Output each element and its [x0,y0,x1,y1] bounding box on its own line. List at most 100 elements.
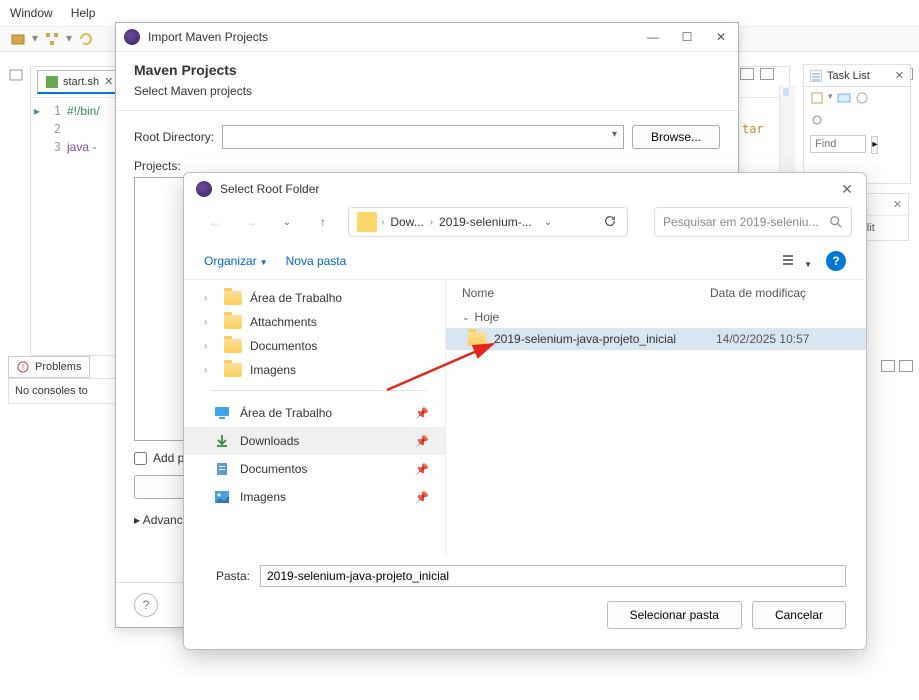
close-view-icon[interactable]: ✕ [895,69,904,82]
bottom-view-max[interactable] [899,360,913,372]
menu-window[interactable]: Window [10,6,53,20]
root-directory-label: Root Directory: [134,130,214,144]
maven-heading: Maven Projects [134,62,720,78]
close-button[interactable]: ✕ [714,30,728,44]
tasklist-icon [810,70,822,82]
pin-icon[interactable]: 📌 [415,463,429,476]
hierarchy-icon[interactable] [44,31,60,47]
minimize-button[interactable]: — [646,30,660,44]
folder-icon [224,363,242,377]
tree-item-images[interactable]: ›Imagens [184,358,445,382]
breadcrumb-segment[interactable]: Dow... [384,215,429,229]
pin-icon[interactable]: 📌 [415,407,429,420]
close-button[interactable]: ✕ [840,182,854,196]
folder-icon [357,212,377,232]
pin-icon[interactable]: 📌 [415,491,429,504]
line-number: 2 [43,120,67,138]
bottom-view-min[interactable] [881,360,895,372]
line-number: 1 [43,102,67,120]
editor-tab-label: start.sh [63,76,99,88]
select-folder-button[interactable]: Selecionar pasta [607,601,742,629]
help-icon[interactable]: ? [826,251,846,271]
document-icon [214,461,230,477]
download-icon [214,433,230,449]
refresh-icon[interactable] [78,31,94,47]
fav-downloads[interactable]: Downloads 📌 [184,427,445,455]
package-icon[interactable] [10,31,26,47]
minimize-view-icon[interactable] [8,68,26,82]
folder-icon [224,339,242,353]
close-outline-icon[interactable]: ✕ [893,198,902,211]
tasklist-find-input[interactable] [810,135,866,153]
fav-images[interactable]: Imagens 📌 [184,483,445,511]
browse-button[interactable]: Browse... [632,125,720,149]
search-icon [829,215,843,229]
maven-dialog-title: Import Maven Projects [148,30,268,44]
column-header-date[interactable]: Data de modificaç [710,286,850,300]
new-folder-button[interactable]: Nova pasta [286,254,347,268]
tree-item-documents[interactable]: ›Documentos [184,334,445,358]
maven-subheading: Select Maven projects [134,84,720,98]
sync-icon[interactable] [810,113,824,127]
problems-icon: ! [17,361,29,373]
pasta-label: Pasta: [204,569,250,583]
folder-tree-sidebar: ›Área de Trabalho ›Attachments ›Document… [184,280,446,555]
search-placeholder: Pesquisar em 2019-seleniu... [663,215,818,229]
close-tab-icon[interactable]: ✕ [104,75,113,88]
problems-title: Problems [35,361,81,373]
tree-item-attachments[interactable]: ›Attachments [184,310,445,334]
pin-icon[interactable]: 📌 [415,435,429,448]
fav-desktop[interactable]: Área de Trabalho 📌 [184,399,445,427]
folder-name: 2019-selenium-java-projeto_inicial [494,332,708,346]
tasklist-title: Task List [827,70,870,82]
add-project-checkbox[interactable] [134,452,147,465]
root-directory-input[interactable]: ▾ [222,125,624,149]
eclipse-icon [124,29,140,45]
folder-icon [224,315,242,329]
column-header-name[interactable]: Nome [462,286,710,300]
folder-icon [468,332,486,346]
editor-controls [740,68,774,80]
breadcrumb-bar[interactable]: › Dow... › 2019-selenium-... ⌄ [348,207,628,237]
desktop-icon [214,405,230,421]
breadcrumb-segment[interactable]: 2019-selenium-... [433,215,538,229]
maven-titlebar: Import Maven Projects — ☐ ✕ [116,23,738,52]
fav-documents[interactable]: Documentos 📌 [184,455,445,483]
search-input[interactable]: Pesquisar em 2019-seleniu... [654,207,852,237]
cancel-button[interactable]: Cancelar [752,601,846,629]
line-number: 3 [43,138,67,156]
nav-forward-icon[interactable]: → [240,215,262,229]
breadcrumb-dropdown-icon[interactable]: ⌄ [544,217,552,228]
svg-text:!: ! [22,363,24,372]
nav-back-icon[interactable]: ← [204,215,226,229]
menu-help[interactable]: Help [71,6,96,20]
maximize-button[interactable]: ☐ [680,30,694,44]
tasklist-find-next[interactable]: ▸ [871,136,878,154]
problems-tab[interactable]: ! Problems [8,356,90,378]
view-mode-icon[interactable]: ▼ [782,253,812,270]
organize-menu[interactable]: Organizar▼ [204,254,268,268]
refresh-icon[interactable] [603,214,617,231]
category-icon[interactable] [837,91,851,105]
folder-date: 14/02/2025 10:57 [716,332,856,346]
select-root-folder-dialog: Select Root Folder ✕ ← → ⌄ ↑ › Dow... › … [183,172,867,650]
nav-up-icon[interactable]: ↑ [312,215,334,229]
projects-label: Projects: [134,159,720,173]
tree-item-desktop[interactable]: ›Área de Trabalho [184,286,445,310]
editor-min-icon[interactable] [740,68,754,80]
file-list: Nome Data de modificaç ⌄Hoje 2019-seleni… [446,280,866,555]
nav-recent-icon[interactable]: ⌄ [276,217,298,228]
editor-tab-startsh[interactable]: start.sh ✕ [37,70,122,94]
picture-icon [214,489,230,505]
help-button[interactable]: ? [134,593,158,617]
new-task-icon[interactable] [810,91,824,105]
folder-icon [224,291,242,305]
date-group-header[interactable]: ⌄Hoje [446,306,866,328]
shell-file-icon [46,76,58,88]
editor-max-icon[interactable] [760,68,774,80]
code-text: java - [67,140,96,154]
focus-icon[interactable] [855,91,869,105]
folder-row-selected[interactable]: 2019-selenium-java-projeto_inicial 14/02… [446,328,866,350]
pasta-input[interactable] [260,565,846,587]
code-text: #!/bin/ [67,104,100,118]
